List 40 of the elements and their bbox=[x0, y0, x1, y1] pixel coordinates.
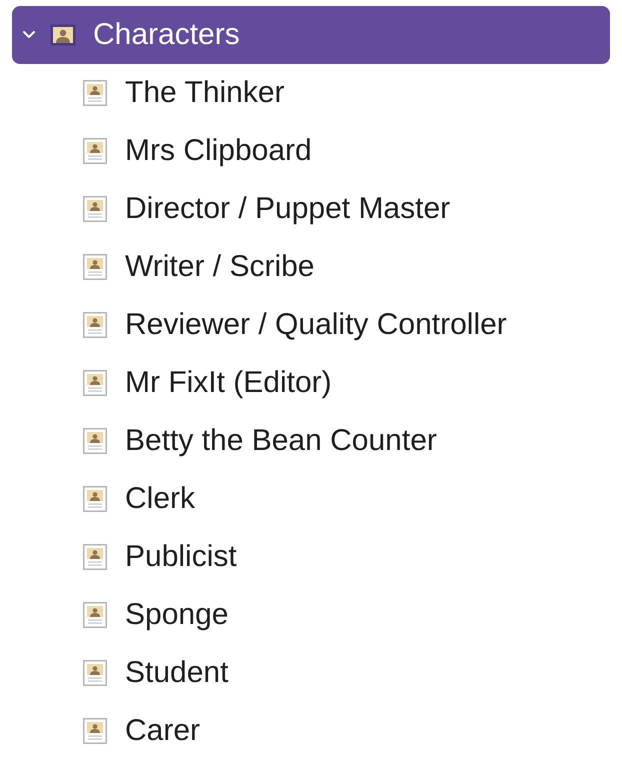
item-label: Reviewer / Quality Controller bbox=[125, 308, 507, 342]
item-label: Clerk bbox=[125, 482, 196, 516]
character-card-icon bbox=[83, 196, 107, 222]
item-label: Sponge bbox=[125, 598, 228, 632]
character-card-icon bbox=[83, 80, 107, 106]
tree-item[interactable]: Sponge bbox=[12, 586, 610, 644]
character-card-icon bbox=[83, 660, 107, 686]
item-label: Mr FixIt (Editor) bbox=[125, 366, 332, 400]
tree-item[interactable]: Clerk bbox=[12, 470, 610, 528]
character-card-icon bbox=[83, 138, 107, 164]
character-card-icon bbox=[83, 254, 107, 280]
tree-item[interactable]: Publicist bbox=[12, 528, 610, 586]
character-card-icon bbox=[83, 602, 107, 628]
item-label: Student bbox=[125, 656, 228, 690]
character-card-icon bbox=[83, 370, 107, 396]
item-label: Mrs Clipboard bbox=[125, 134, 312, 168]
tree-item[interactable]: Student bbox=[12, 644, 610, 702]
item-label: Director / Puppet Master bbox=[125, 192, 450, 226]
tree-item[interactable]: Carer bbox=[12, 702, 610, 760]
tree-item[interactable]: Mrs Clipboard bbox=[12, 122, 610, 180]
chevron-icon[interactable] bbox=[22, 30, 36, 40]
item-label: Publicist bbox=[125, 540, 237, 574]
item-label: Writer / Scribe bbox=[125, 250, 314, 284]
character-card-icon bbox=[83, 544, 107, 570]
item-label: The Thinker bbox=[125, 76, 285, 110]
character-card-icon bbox=[83, 486, 107, 512]
item-label: Betty the Bean Counter bbox=[125, 424, 437, 458]
tree-item[interactable]: Writer / Scribe bbox=[12, 238, 610, 296]
tree-item[interactable]: Reviewer / Quality Controller bbox=[12, 296, 610, 354]
tree-item[interactable]: Director / Puppet Master bbox=[12, 180, 610, 238]
character-card-icon bbox=[83, 718, 107, 744]
portrait-icon bbox=[50, 24, 76, 46]
tree-item[interactable]: Betty the Bean Counter bbox=[12, 412, 610, 470]
tree-folder-row[interactable]: Characters bbox=[12, 6, 610, 64]
tree-item[interactable]: The Thinker bbox=[12, 64, 610, 122]
character-card-icon bbox=[83, 428, 107, 454]
item-label: Carer bbox=[125, 714, 200, 748]
tree-item[interactable]: Mr FixIt (Editor) bbox=[12, 354, 610, 412]
folder-label: Characters bbox=[93, 18, 240, 52]
character-card-icon bbox=[83, 312, 107, 338]
